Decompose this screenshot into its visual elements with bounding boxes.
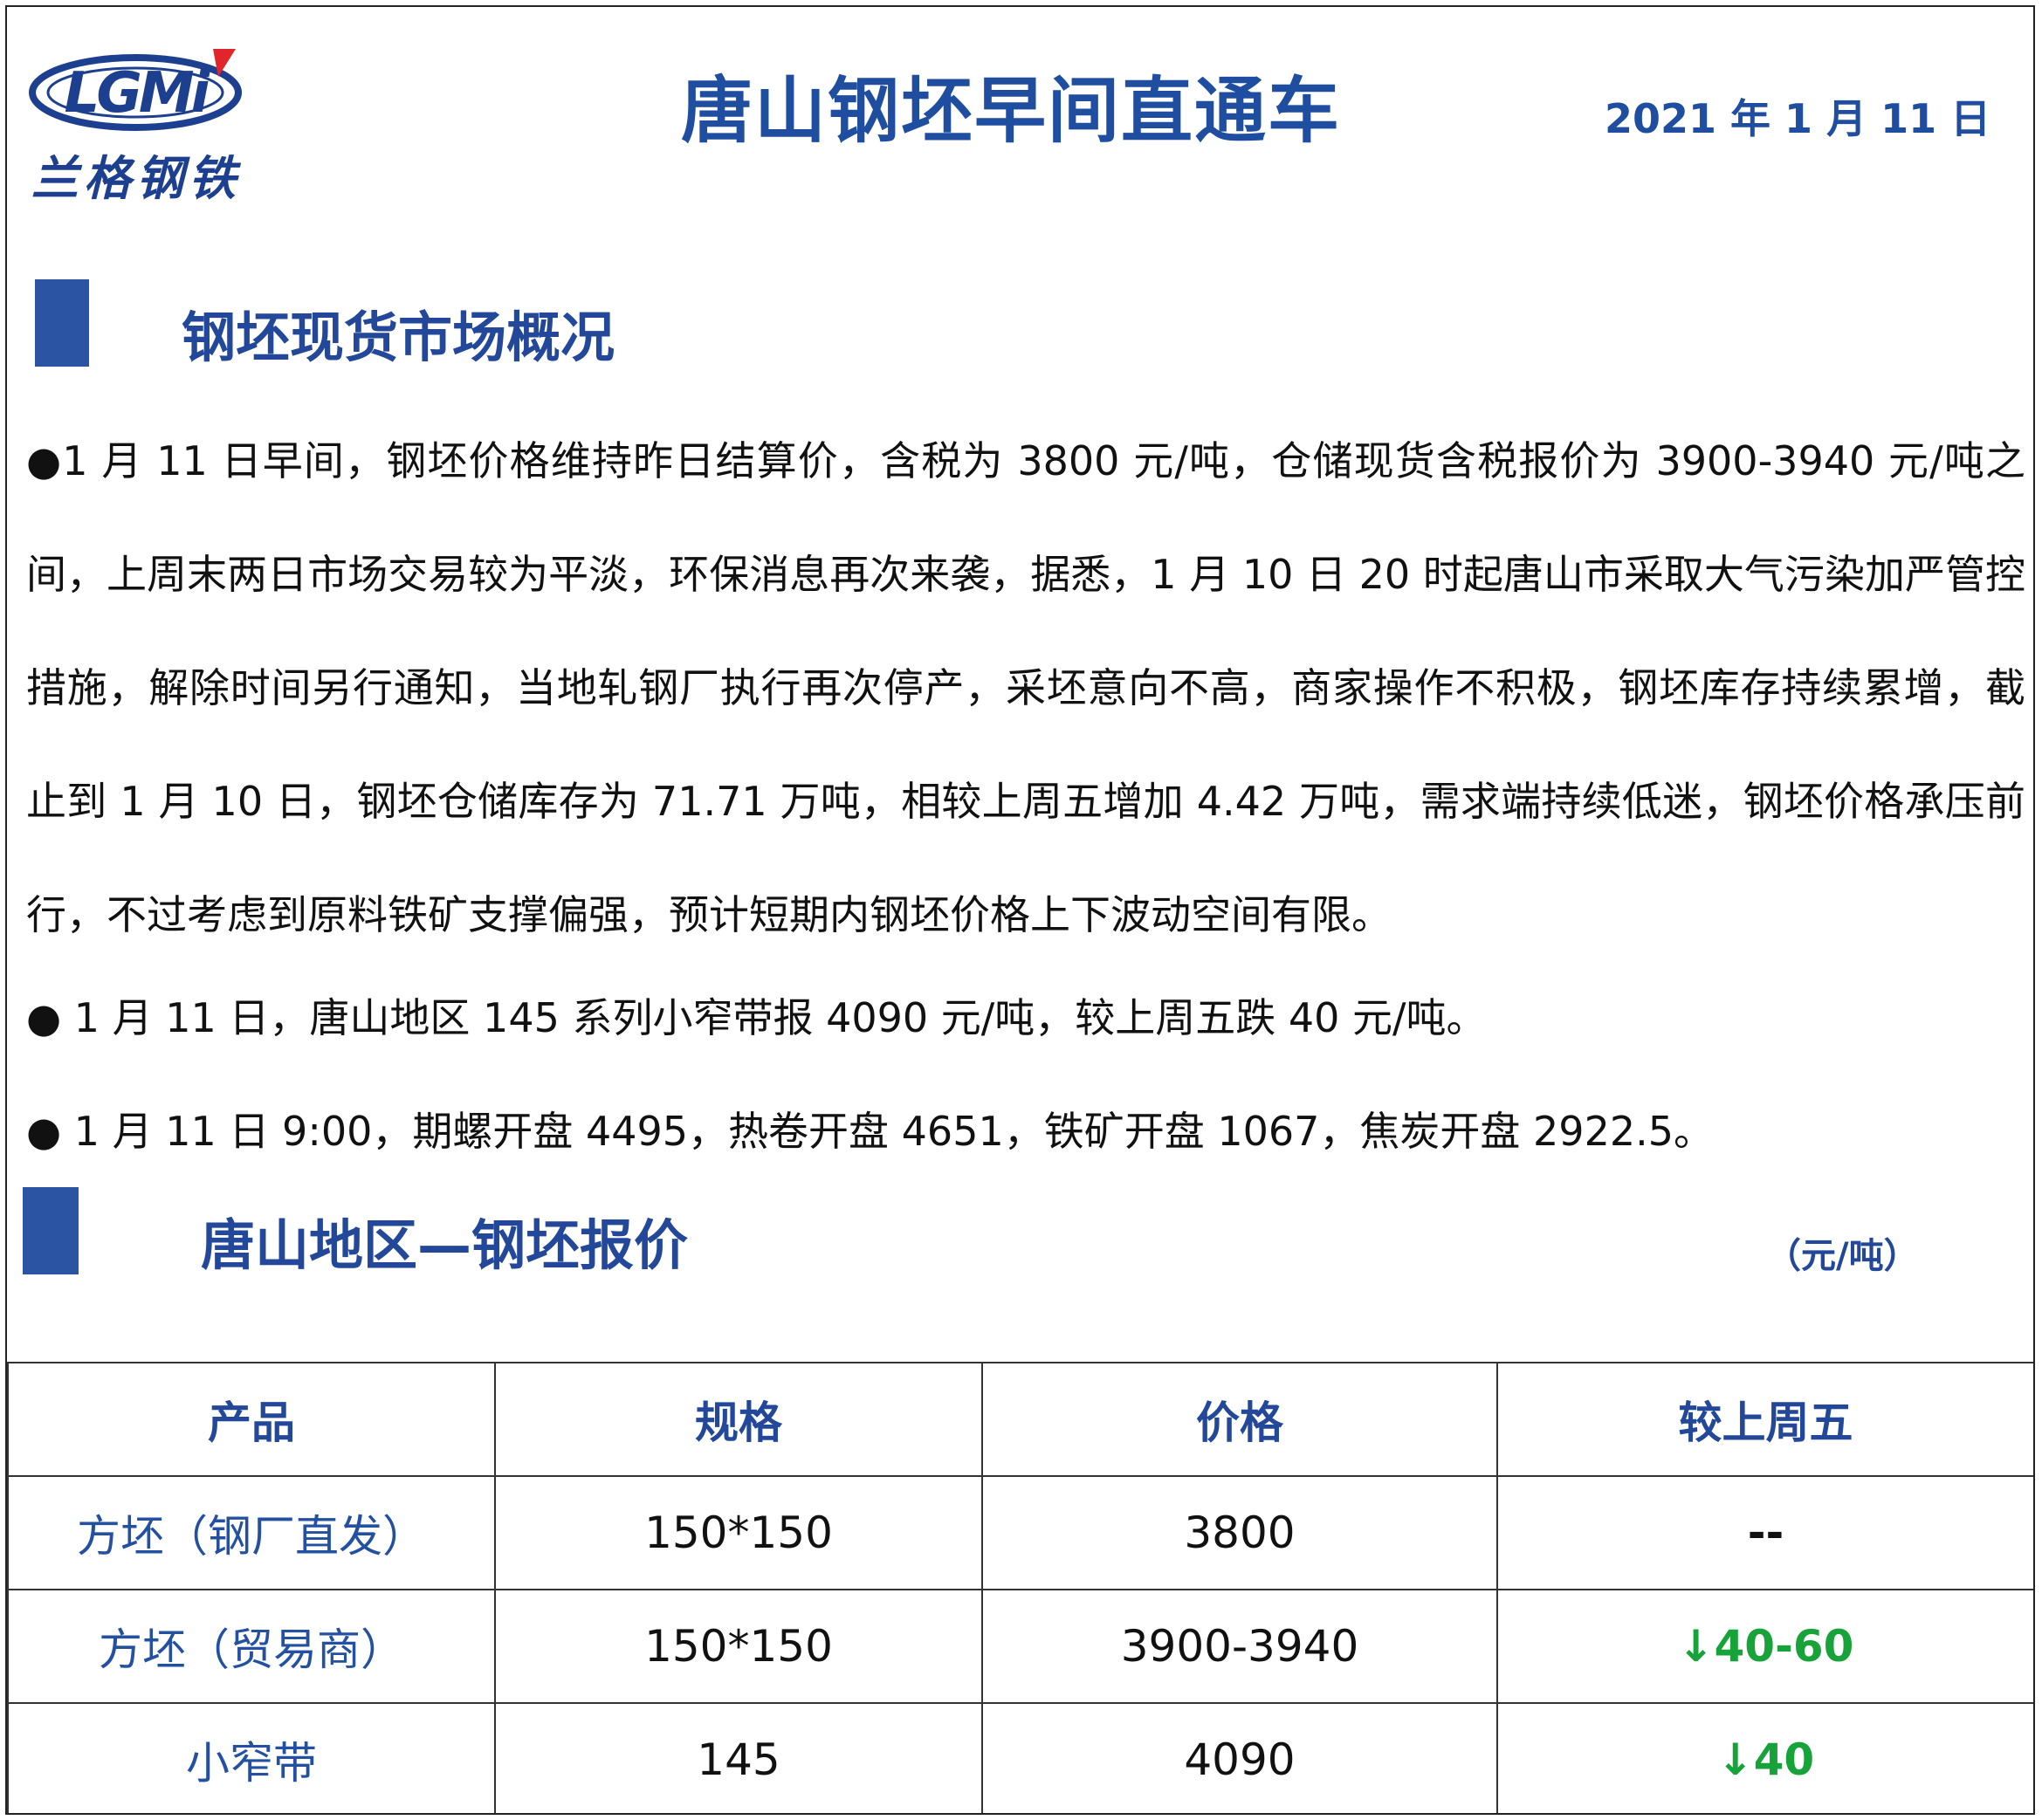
cell-price: 3900-3940	[981, 1589, 1498, 1704]
cell-product: 小窄带	[7, 1702, 496, 1813]
cell-change: ↓40-60	[1496, 1589, 2033, 1704]
col-header-product: 产品	[7, 1362, 496, 1477]
col-header-change: 较上周五	[1496, 1362, 2033, 1477]
lgmi-logo: LGMi 兰格钢铁	[26, 42, 253, 208]
cell-change: ↓40	[1496, 1702, 2033, 1813]
cell-product: 方坯（钢厂直发）	[7, 1475, 496, 1590]
cell-price: 3800	[981, 1475, 1498, 1590]
section-title-market-overview: 钢坯现货市场概况	[182, 306, 615, 369]
logo-chinese-name: 兰格钢铁	[31, 150, 241, 206]
bullet-narrow-strip: ● 1 月 11 日，唐山地区 145 系列小窄带报 4090 元/吨，较上周五…	[26, 994, 1487, 1041]
price-unit: （元/吨）	[1766, 1236, 1919, 1276]
bullet-futures-open: ● 1 月 11 日 9:00，期螺开盘 4495，热卷开盘 4651，铁矿开盘…	[26, 1108, 1714, 1155]
report-date: 2021 年 1 月 11 日	[1605, 95, 1991, 142]
cell-price: 4090	[981, 1702, 1498, 1813]
cell-spec: 150*150	[494, 1589, 983, 1704]
table-row: 小窄带 145 4090 ↓40	[7, 1702, 2033, 1813]
col-header-spec: 规格	[494, 1362, 983, 1477]
section-marker	[23, 1187, 79, 1274]
market-overview-paragraph: ●1 月 11 日早间，钢坯价格维持昨日结算价，含税为 3800 元/吨，仓储现…	[26, 437, 2025, 938]
cell-change: --	[1496, 1475, 2033, 1590]
section-title-tangshan-quote: 唐山地区—钢坯报价	[201, 1213, 689, 1277]
cell-spec: 145	[494, 1702, 983, 1813]
table-row: 方坯（钢厂直发） 150*150 3800 --	[7, 1475, 2033, 1590]
page-title: 唐山钢坯早间直通车	[680, 70, 1341, 153]
table-header-row: 产品 规格 价格 较上周五	[7, 1362, 2033, 1477]
col-header-price: 价格	[981, 1362, 1498, 1477]
cell-product: 方坯（贸易商）	[7, 1589, 496, 1704]
lgmi-emblem-icon: LGMi	[29, 49, 242, 131]
report-page: LGMi 兰格钢铁 唐山钢坯早间直通车 2021 年 1 月 11 日 钢坯现货…	[5, 5, 2035, 1815]
cell-spec: 150*150	[494, 1475, 983, 1590]
section-marker	[35, 279, 89, 367]
billet-quote-table: 产品 规格 价格 较上周五 方坯（钢厂直发） 150*150 3800 -- 方…	[7, 1362, 2033, 1813]
table-row: 方坯（贸易商） 150*150 3900-3940 ↓40-60	[7, 1589, 2033, 1704]
logo-letters: LGMi	[65, 61, 211, 126]
